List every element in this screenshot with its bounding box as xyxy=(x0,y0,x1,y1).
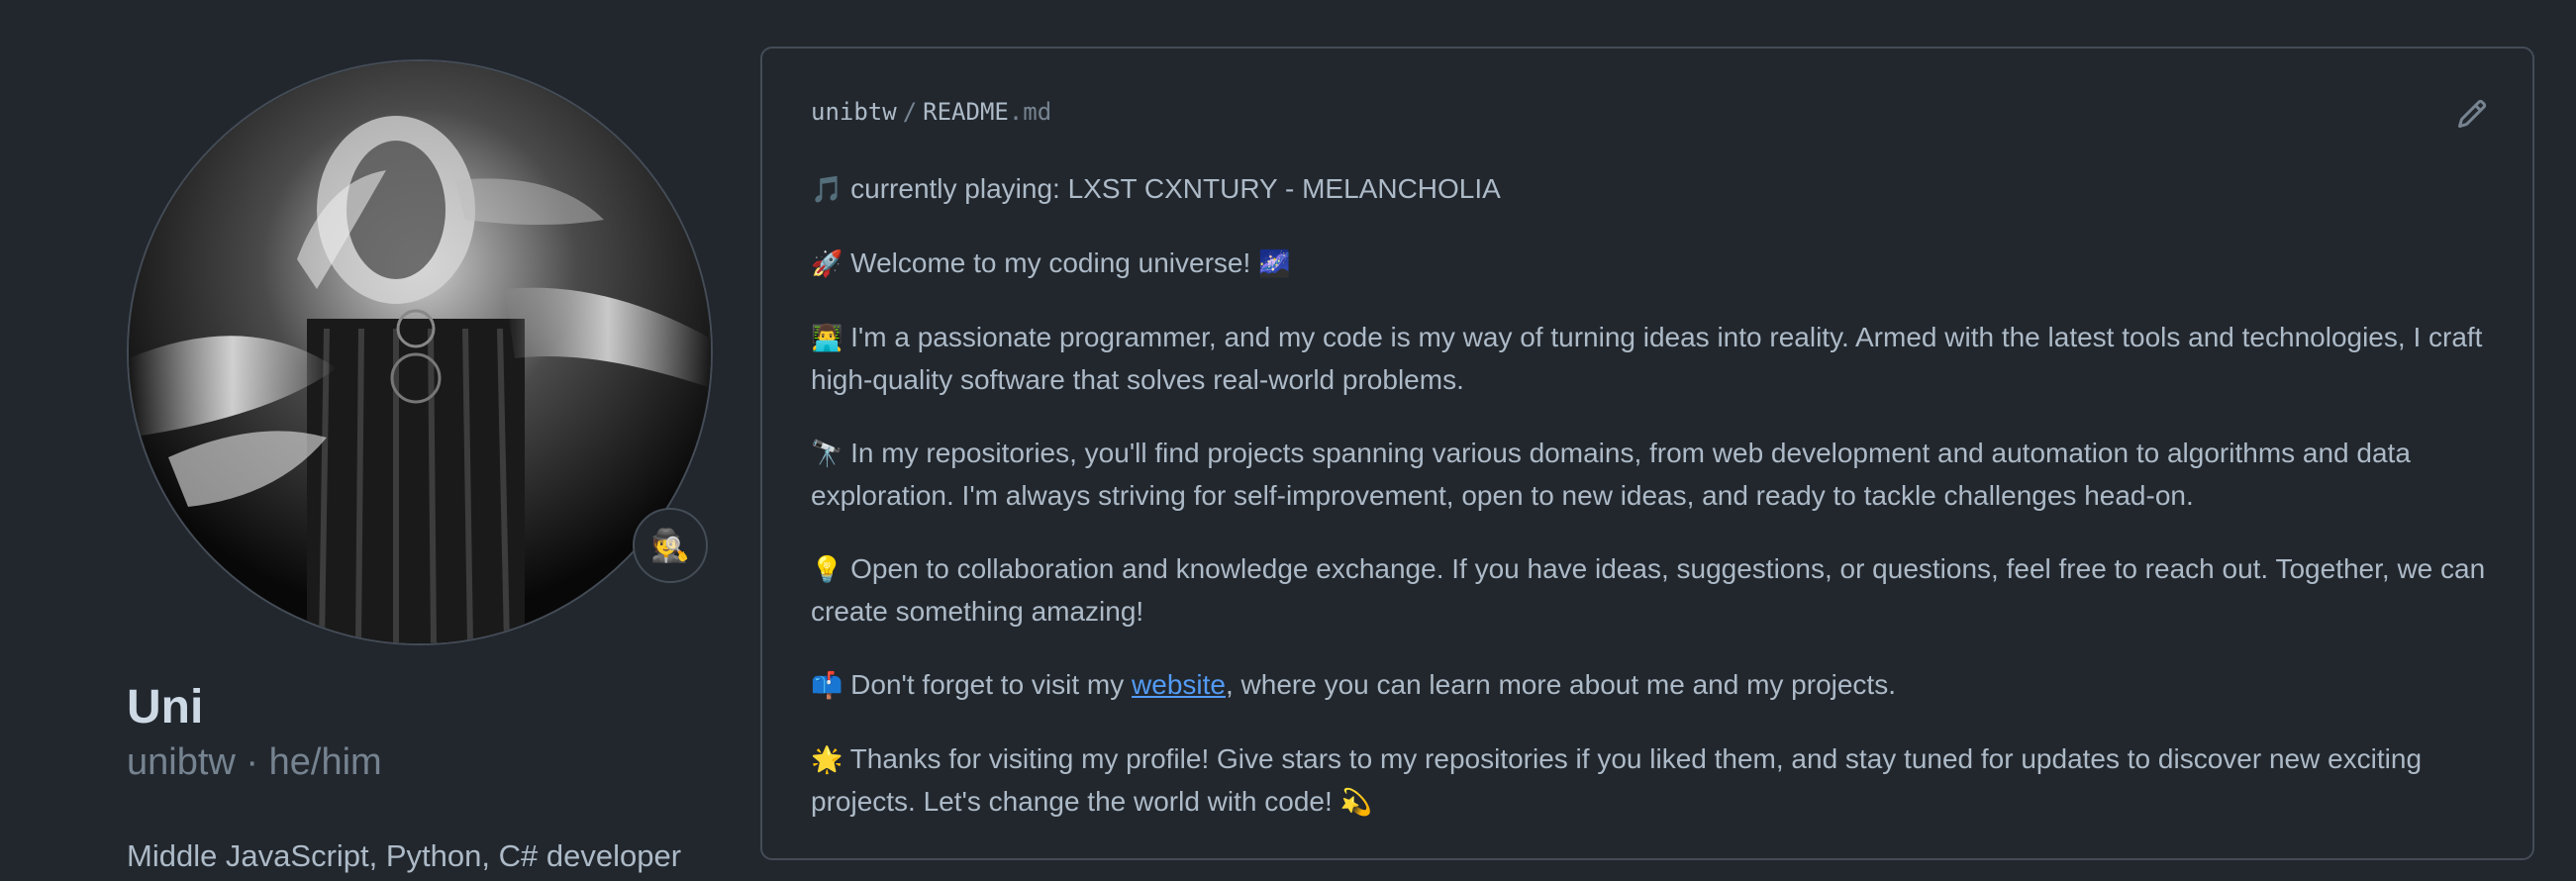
technologist-icon: 👨‍💻 xyxy=(811,324,843,353)
avatar[interactable] xyxy=(127,59,713,645)
paragraph-text: In my repositories, you'll find projects… xyxy=(811,438,2411,511)
readme-paragraph-collaboration: 💡 Open to collaboration and knowledge ex… xyxy=(811,548,2500,633)
dizzy-icon: 💫 xyxy=(1339,788,1372,818)
readme-owner-link[interactable]: unibtw xyxy=(811,98,897,126)
readme-paragraph-repositories: 🔭 In my repositories, you'll find projec… xyxy=(811,433,2500,517)
paragraph-text: I'm a passionate programmer, and my code… xyxy=(811,322,2483,395)
readme-extension: .md xyxy=(1008,98,1052,126)
paragraph-text-after: , where you can learn more about me and … xyxy=(1225,669,1896,700)
readme-card: unibtw / README.md 🎵 currently playing: LX… xyxy=(760,47,2534,860)
glowing-star-icon: 🌟 xyxy=(811,745,843,775)
readme-paragraph-welcome: 🚀 Welcome to my coding universe! 🌌 xyxy=(811,243,2500,285)
detective-emoji-icon: 🕵️ xyxy=(650,528,690,563)
profile-username: unibtw xyxy=(127,740,236,783)
separator-dot: · xyxy=(235,740,269,783)
paragraph-text: Thanks for visiting my profile! Give sta… xyxy=(811,743,2423,817)
readme-content: 🎵 currently playing: LXST CXNTURY - MELA… xyxy=(811,168,2500,855)
mailbox-icon: 📫 xyxy=(811,671,843,701)
readme-paragraph-playing: 🎵 currently playing: LXST CXNTURY - MELA… xyxy=(811,168,2500,211)
rocket-icon: 🚀 xyxy=(811,249,843,279)
readme-filename[interactable]: README xyxy=(923,98,1009,126)
profile-sidebar: 🕵️ Uni unibtw · he/him Middle JavaScript… xyxy=(127,59,721,876)
avatar-container: 🕵️ xyxy=(127,59,713,645)
paragraph-text-before: Don't forget to visit my xyxy=(850,669,1133,700)
pencil-icon[interactable] xyxy=(2456,98,2488,130)
website-link[interactable]: website xyxy=(1132,669,1226,700)
profile-pronouns: he/him xyxy=(268,740,382,783)
profile-page: 🕵️ Uni unibtw · he/him Middle JavaScript… xyxy=(0,0,2576,881)
paragraph-text: Open to collaboration and knowledge exch… xyxy=(811,553,2486,627)
music-note-icon: 🎵 xyxy=(811,175,843,205)
telescope-icon: 🔭 xyxy=(811,440,843,469)
breadcrumb-separator: / xyxy=(902,98,918,126)
readme-paragraph-thanks: 🌟 Thanks for visiting my profile! Give s… xyxy=(811,738,2500,824)
avatar-image xyxy=(129,61,711,643)
readme-breadcrumb: unibtw / README.md xyxy=(811,98,1051,126)
pencil-icon-svg xyxy=(2457,99,2487,129)
profile-username-line: unibtw · he/him xyxy=(127,740,721,786)
paragraph-text: currently playing: LXST CXNTURY - MELANC… xyxy=(850,173,1501,204)
profile-bio: Middle JavaScript, Python, C# developer xyxy=(127,838,682,874)
milky-way-icon: 🌌 xyxy=(1258,249,1291,279)
light-bulb-icon: 💡 xyxy=(811,555,843,585)
readme-paragraph-website: 📫 Don't forget to visit my website, wher… xyxy=(811,664,2500,707)
status-emoji-button[interactable]: 🕵️ xyxy=(633,508,708,583)
readme-paragraph-programmer: 👨‍💻 I'm a passionate programmer, and my … xyxy=(811,317,2500,401)
paragraph-text: Welcome to my coding universe! xyxy=(850,247,1251,278)
profile-name: Uni xyxy=(127,681,204,734)
